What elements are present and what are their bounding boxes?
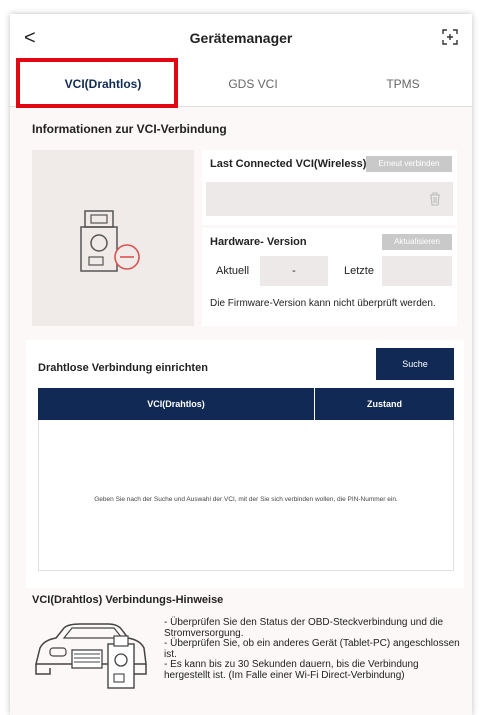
wireless-setup-panel: Drahtlose Verbindung einrichten Suche VC… — [26, 340, 464, 588]
last-connected-label: Last Connected VCI(Wireless) — [210, 158, 367, 170]
hint-item: - Es kann bis zu 30 Sekunden dauern, bis… — [164, 659, 419, 681]
reconnect-button[interactable]: Erneut verbinden — [366, 156, 452, 172]
search-button[interactable]: Suche — [376, 348, 454, 380]
tab-gds-vci[interactable]: GDS VCI — [186, 62, 320, 106]
hint-item: - Überprüfen Sie, ob ein anderes Gerät (… — [164, 638, 460, 660]
vci-table-body[interactable]: Geben Sie nach der Suche und Auswahl der… — [38, 420, 454, 571]
last-connected-panel: Last Connected VCI(Wireless) Erneut verb… — [202, 150, 457, 225]
tab-tpms[interactable]: TPMS — [336, 62, 470, 106]
expand-icon[interactable] — [442, 29, 458, 45]
empty-table-message: Geben Sie nach der Suche und Auswahl der… — [94, 496, 398, 503]
device-manager-window: < Gerätemanager VCI(Drahtlos) GDS VCI TP… — [10, 14, 472, 715]
hint-item: - Überprüfen Sie den Status der OBD-Stec… — [164, 617, 444, 639]
current-version-label: Aktuell — [216, 265, 250, 277]
page-title: Gerätemanager — [189, 30, 293, 46]
section-title-vci-connection: Informationen zur VCI-Verbindung — [32, 122, 227, 136]
column-header-state[interactable]: Zustand — [315, 388, 454, 420]
car-obd-icon — [35, 623, 147, 689]
firmware-note: Die Firmware-Version kann nicht überprüf… — [210, 298, 436, 309]
hardware-version-panel: Hardware- Version Aktualisieren Aktuell … — [202, 228, 457, 326]
update-button[interactable]: Aktualisieren — [382, 234, 452, 250]
vci-table-header: VCI(Drahtlos) Zustand — [38, 388, 454, 420]
header-bar: < Gerätemanager — [10, 14, 472, 62]
last-connected-field — [206, 182, 453, 216]
wireless-setup-title: Drahtlose Verbindung einrichten — [38, 362, 208, 374]
hardware-version-label: Hardware- Version — [210, 236, 307, 248]
latest-version-label: Letzte — [344, 265, 374, 277]
column-header-vci[interactable]: VCI(Drahtlos) — [38, 388, 315, 420]
latest-version-field — [382, 256, 452, 286]
current-version-field: - — [260, 256, 328, 286]
highlight-box — [16, 58, 178, 108]
trash-icon[interactable] — [429, 192, 441, 206]
hints-list: - Überprüfen Sie den Status der OBD-Stec… — [164, 617, 464, 681]
vci-disconnected-icon — [80, 210, 140, 272]
vci-device-panel — [32, 150, 194, 326]
hints-title: VCI(Drahtlos) Verbindungs-Hinweise — [32, 594, 224, 606]
